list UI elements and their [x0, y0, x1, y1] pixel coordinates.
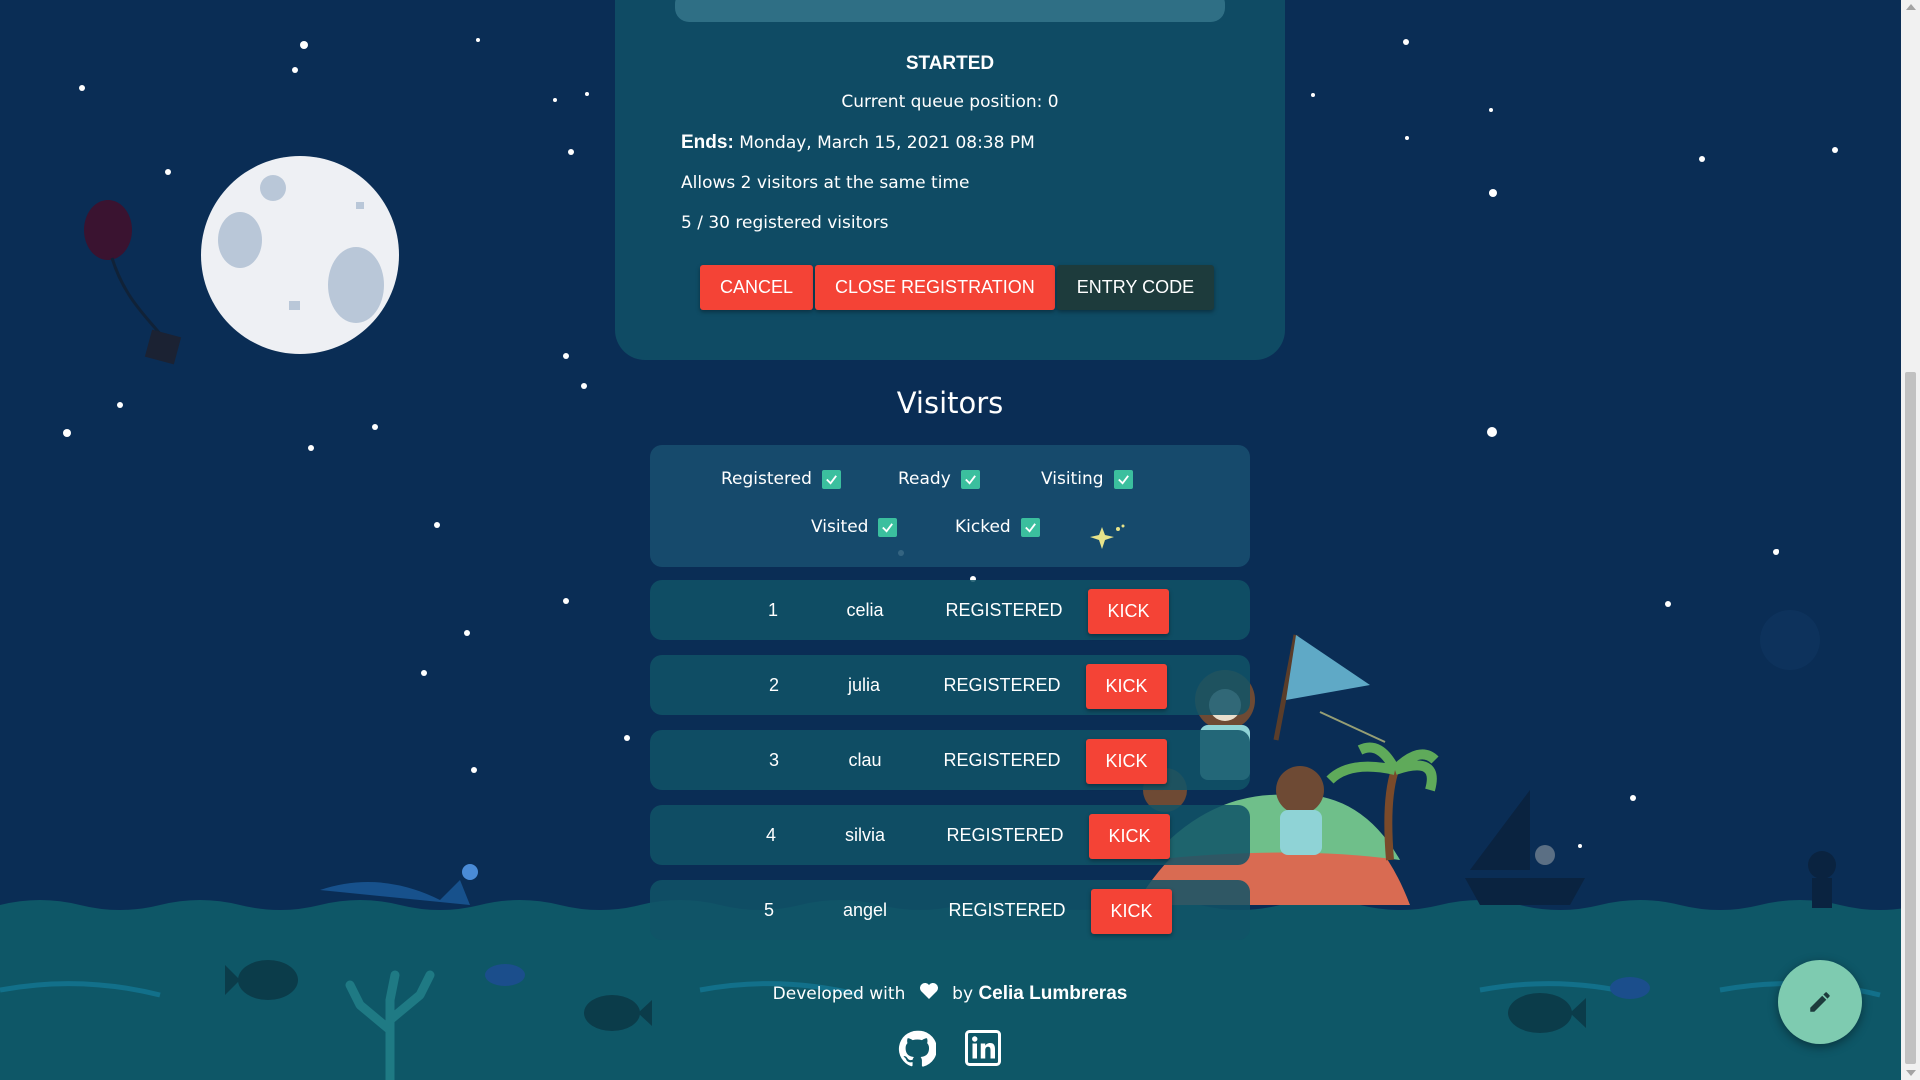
visitor-status: REGISTERED [943, 675, 1061, 695]
visitor-filters: Registered Ready Visiting Visited Kicked [650, 445, 1250, 567]
session-card: STARTED Current queue position: 0 Ends: … [615, 0, 1285, 360]
linkedin-icon[interactable] [965, 1030, 1001, 1066]
visitor-number: 5 [763, 900, 774, 920]
kick-button[interactable]: KICK [1091, 889, 1172, 934]
checkbox-ready[interactable] [960, 469, 980, 489]
checkbox-kicked[interactable] [1020, 517, 1040, 537]
moon [201, 156, 399, 354]
visitor-name: silvia [844, 825, 885, 845]
check-icon [1117, 474, 1129, 485]
filter-visited[interactable]: Visited [811, 517, 898, 537]
visitor-name: julia [847, 675, 881, 695]
checkbox-visited[interactable] [878, 517, 898, 537]
ends-label: Ends: [681, 132, 734, 153]
allows-text: Allows 2 visitors at the same time [681, 173, 970, 193]
filter-registered[interactable]: Registered [721, 469, 841, 489]
footer-credit: Developed with by Celia Lumbreras [615, 982, 1285, 1005]
kick-button[interactable]: KICK [1089, 814, 1170, 859]
scroll-down-arrow-icon[interactable] [1906, 1070, 1916, 1076]
queue-position: Current queue position: 0 [841, 92, 1059, 112]
visitor-status: REGISTERED [943, 750, 1061, 770]
scroll-up-arrow-icon[interactable] [1906, 4, 1916, 10]
visitor-row: 4 silvia REGISTERED KICK [650, 805, 1250, 865]
visitor-number: 4 [765, 825, 776, 845]
github-icon[interactable] [898, 1030, 936, 1068]
heart-icon [919, 983, 938, 999]
filter-ready-label: Ready [898, 469, 951, 489]
filter-registered-label: Registered [721, 469, 812, 489]
visitor-status: REGISTERED [945, 600, 1063, 620]
author-name: Celia Lumbreras [978, 983, 1128, 1004]
session-header-bar [675, 0, 1225, 22]
by-text: by [952, 984, 974, 1004]
diver [1808, 851, 1836, 908]
ends-value: Monday, March 15, 2021 08:38 PM [739, 133, 1035, 153]
visitor-number: 3 [768, 750, 779, 770]
sparkle-icon [1090, 524, 1125, 549]
filter-ready[interactable]: Ready [898, 469, 980, 489]
ends-line: Ends: Monday, March 15, 2021 08:38 PM [681, 132, 1035, 154]
visitor-number: 2 [768, 675, 779, 695]
visitor-status: REGISTERED [946, 825, 1064, 845]
registered-count: 5 / 30 registered visitors [681, 213, 889, 233]
kick-button[interactable]: KICK [1086, 664, 1167, 709]
visitor-name: celia [846, 600, 884, 620]
session-status: STARTED [905, 53, 995, 74]
filter-visiting[interactable]: Visiting [1041, 469, 1133, 489]
visitor-row: 1 celia REGISTERED KICK [650, 580, 1250, 640]
checkbox-registered[interactable] [821, 469, 841, 489]
visitor-status: REGISTERED [948, 900, 1066, 920]
close-registration-button[interactable]: CLOSE REGISTRATION [815, 265, 1055, 310]
entry-code-button[interactable]: ENTRY CODE [1056, 265, 1215, 310]
scrollbar-thumb[interactable] [1905, 372, 1916, 1064]
check-icon [964, 474, 976, 485]
filter-visiting-label: Visiting [1041, 469, 1104, 489]
page-scrollbar[interactable] [1901, 0, 1920, 1080]
visitor-number: 1 [767, 600, 778, 620]
developed-with-text: Developed with [772, 984, 906, 1004]
visitor-row: 3 clau REGISTERED KICK [650, 730, 1250, 790]
checkbox-visiting[interactable] [1113, 469, 1133, 489]
visitor-row: 2 julia REGISTERED KICK [650, 655, 1250, 715]
session-actions: CANCEL CLOSE REGISTRATION ENTRY CODE [700, 265, 1215, 310]
pencil-icon [1810, 992, 1830, 1012]
edit-fab-button[interactable] [1778, 960, 1862, 1044]
check-icon [882, 522, 894, 533]
kick-button[interactable]: KICK [1086, 739, 1167, 784]
visitor-row: 5 angel REGISTERED KICK [650, 880, 1250, 940]
check-icon [826, 474, 837, 485]
check-icon [1024, 522, 1036, 533]
visitor-name: angel [842, 900, 888, 920]
filter-visited-label: Visited [811, 517, 869, 537]
filter-kicked[interactable]: Kicked [955, 517, 1040, 537]
kick-button[interactable]: KICK [1088, 589, 1169, 634]
cancel-button[interactable]: CANCEL [700, 265, 814, 310]
visitors-title: Visitors [896, 386, 1004, 420]
visitor-name: clau [848, 750, 882, 770]
filter-kicked-label: Kicked [955, 517, 1011, 537]
